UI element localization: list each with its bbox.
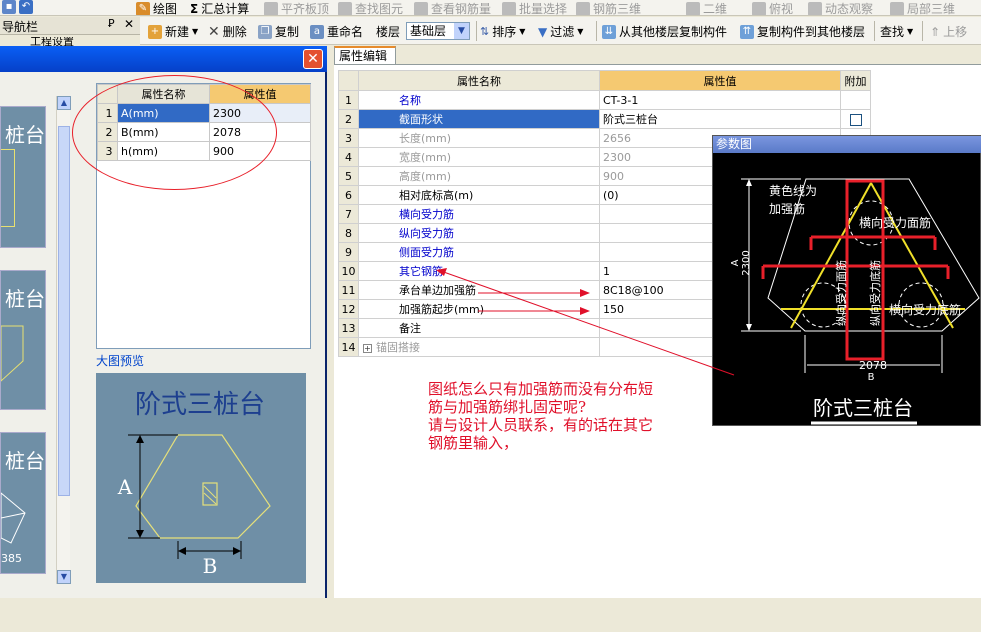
annotation-arrows <box>436 268 735 376</box>
annotation-note: 图纸怎么只有加强筋而没有分布短 筋与加强筋绑扎固定呢? 请与设计人员联系，有的话… <box>428 380 654 452</box>
